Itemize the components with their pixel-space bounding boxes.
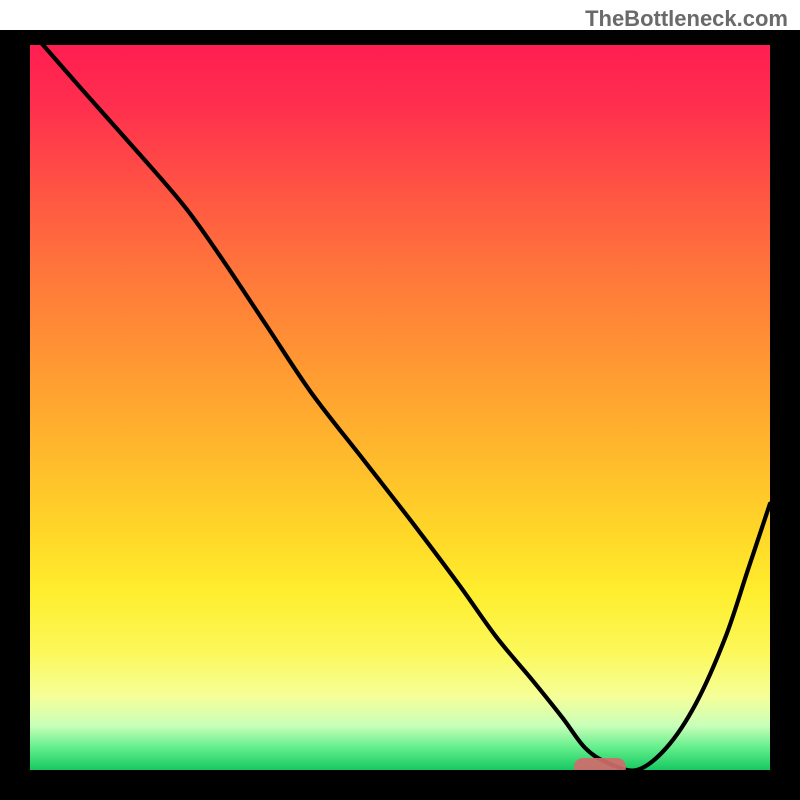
chart-axes bbox=[0, 30, 800, 800]
watermark-text: TheBottleneck.com bbox=[585, 6, 788, 32]
chart-border bbox=[15, 30, 785, 785]
